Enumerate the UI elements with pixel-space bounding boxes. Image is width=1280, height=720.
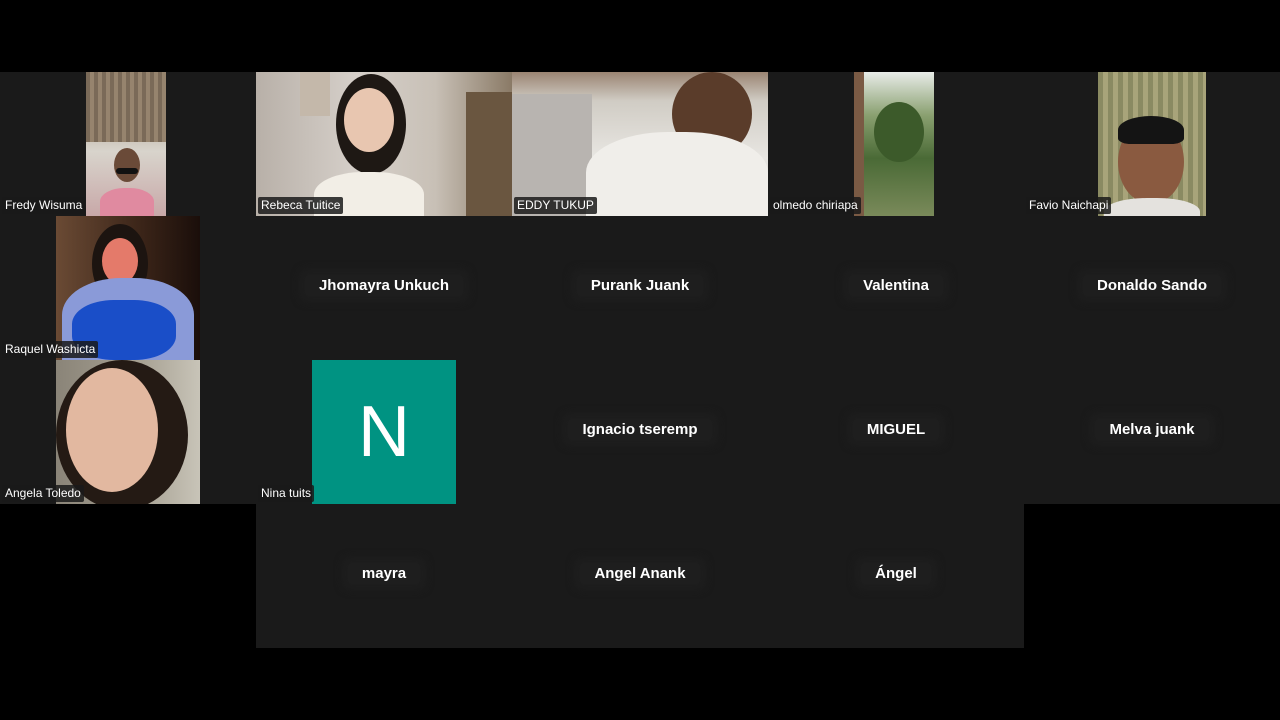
participant-tile[interactable]: Angela Toledo xyxy=(0,360,256,504)
participant-name: Ángel xyxy=(768,563,1024,584)
participant-name: MIGUEL xyxy=(768,419,1024,440)
participant-video xyxy=(1098,72,1206,216)
participant-video xyxy=(256,72,512,216)
participant-name: Donaldo Sando xyxy=(1024,275,1280,296)
participant-tile[interactable]: Angel Anank xyxy=(512,504,768,648)
participant-name: olmedo chiriapa xyxy=(770,197,861,214)
participant-tile[interactable]: Fredy Wisuma xyxy=(0,72,256,216)
participant-tile[interactable]: olmedo chiriapa xyxy=(768,72,1024,216)
participant-tile[interactable]: Valentina xyxy=(768,216,1024,360)
participant-name: Jhomayra Unkuch xyxy=(256,275,512,296)
participant-tile[interactable]: MIGUEL xyxy=(768,360,1024,504)
participant-tile[interactable]: Donaldo Sando xyxy=(1024,216,1280,360)
avatar: N xyxy=(312,360,456,504)
participant-name: Angela Toledo xyxy=(2,485,84,502)
participant-video xyxy=(56,216,200,360)
avatar-letter: N xyxy=(358,392,410,472)
participant-video xyxy=(512,72,768,216)
participant-tile[interactable]: Ignacio tseremp xyxy=(512,360,768,504)
participant-tile[interactable]: EDDY TUKUP xyxy=(512,72,768,216)
participant-name: Ignacio tseremp xyxy=(512,419,768,440)
participant-name: Favio Naichapi xyxy=(1026,197,1112,214)
participant-tile[interactable]: Purank Juank xyxy=(512,216,768,360)
participant-tile[interactable]: Raquel Washicta xyxy=(0,216,256,360)
participant-tile[interactable]: Melva juank xyxy=(1024,360,1280,504)
participant-tile[interactable]: Ángel xyxy=(768,504,1024,648)
participant-name: Nina tuits xyxy=(258,485,315,502)
participant-tile[interactable]: Favio Naichapi xyxy=(1024,72,1280,216)
participant-name: Valentina xyxy=(768,275,1024,296)
participant-name: Rebeca Tuitice xyxy=(258,197,344,214)
participant-video xyxy=(854,72,934,216)
participant-name: Fredy Wisuma xyxy=(2,197,86,214)
gallery-view: Fredy Wisuma Rebeca Tuitice EDDY TUKUP o… xyxy=(0,0,1280,720)
participant-tile[interactable]: Jhomayra Unkuch xyxy=(256,216,512,360)
participant-name: Purank Juank xyxy=(512,275,768,296)
participant-name: Raquel Washicta xyxy=(2,341,99,358)
participant-name: Angel Anank xyxy=(512,563,768,584)
participant-tile[interactable]: N Nina tuits xyxy=(256,360,512,504)
participant-name: Melva juank xyxy=(1024,419,1280,440)
participant-name: mayra xyxy=(256,563,512,584)
participant-tile[interactable]: mayra xyxy=(256,504,512,648)
participant-tile[interactable]: Rebeca Tuitice xyxy=(256,72,512,216)
participant-name: EDDY TUKUP xyxy=(514,197,597,214)
participant-video xyxy=(56,360,200,504)
participant-video xyxy=(86,72,166,216)
